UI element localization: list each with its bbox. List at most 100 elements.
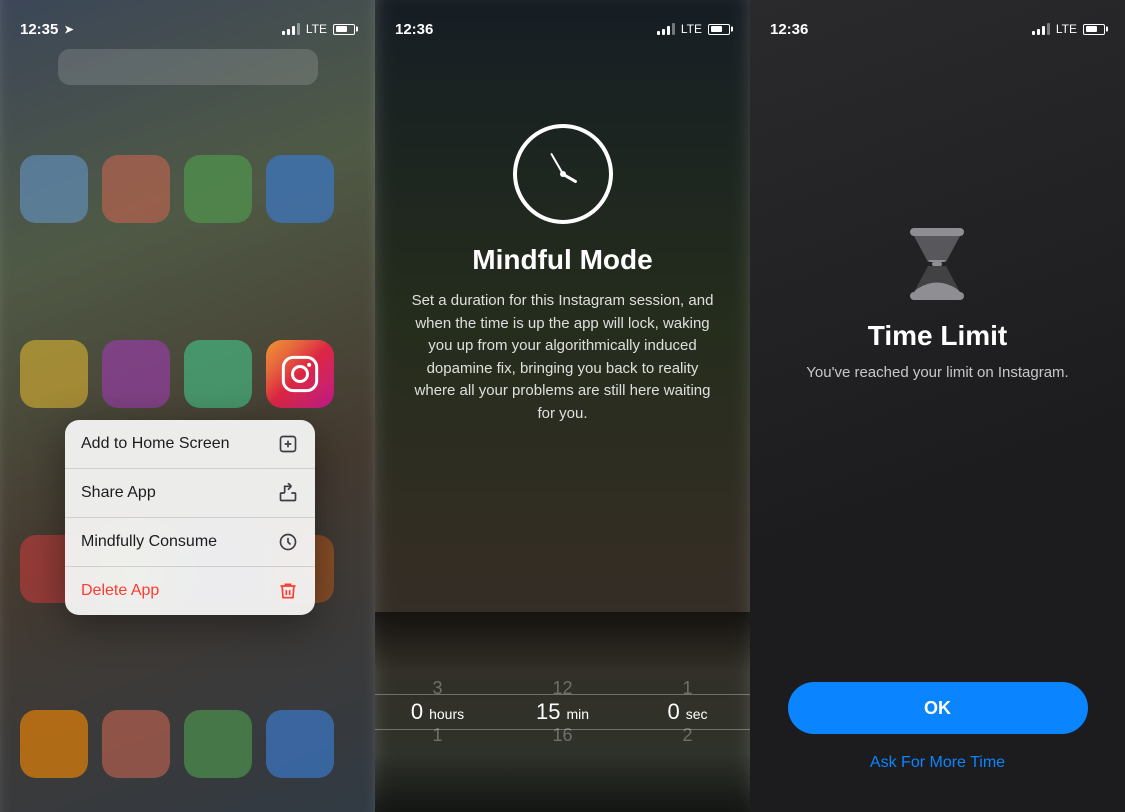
trash-icon [277, 580, 299, 602]
signal-bars-middle [657, 23, 675, 35]
left-content: 12:35 ➤ LTE [0, 0, 375, 812]
context-menu: Add to Home Screen Share App [65, 420, 315, 615]
app-icon-blur-15[interactable] [266, 710, 334, 778]
hours-above: 3 [432, 678, 442, 699]
battery-left [333, 24, 355, 35]
signal-bar-r2 [1037, 29, 1040, 35]
signal-bar-r4 [1047, 23, 1050, 35]
lte-label-right: LTE [1056, 22, 1077, 36]
time-left: 12:35 ➤ [20, 21, 74, 38]
signal-bar-m2 [662, 29, 665, 35]
menu-label-add-home: Add to Home Screen [81, 435, 230, 453]
seconds-above: 1 [682, 678, 692, 699]
time-limit-description: You've reached your limit on Instagram. [776, 364, 1098, 381]
battery-right [1083, 24, 1105, 35]
app-icon-blur-6[interactable] [102, 340, 170, 408]
battery-fill-left [336, 26, 348, 32]
ok-button[interactable]: OK [788, 682, 1088, 734]
signal-bar-3 [292, 26, 295, 35]
app-icon-blur-1[interactable] [20, 155, 88, 223]
location-icon: ➤ [64, 23, 73, 36]
signal-bar-2 [287, 29, 290, 35]
middle-content: 12:36 LTE [375, 0, 750, 812]
instagram-app-icon[interactable] [266, 340, 334, 408]
app-icon-blur-2[interactable] [102, 155, 170, 223]
menu-item-add-home[interactable]: Add to Home Screen [65, 420, 315, 469]
signal-bar-m4 [672, 23, 675, 35]
status-bar-left: 12:35 ➤ LTE [0, 0, 375, 44]
status-bar-right: 12:36 LTE [750, 0, 1125, 44]
battery-fill-middle [711, 26, 723, 32]
battery-fill-right [1086, 26, 1098, 32]
clock-icon-container [513, 124, 613, 224]
signal-bar-r3 [1042, 26, 1045, 35]
lte-label-left: LTE [306, 22, 327, 36]
status-right-right: LTE [1032, 22, 1105, 36]
time-picker-area[interactable]: 3 0 hours 1 12 15 min 16 [375, 612, 750, 812]
app-icon-blur-7[interactable] [184, 340, 252, 408]
seconds-picker[interactable]: 1 0 sec 2 [625, 678, 750, 746]
plus-square-icon [277, 433, 299, 455]
clock-hands [533, 144, 593, 204]
right-content: 12:36 LTE [750, 0, 1125, 812]
status-right-middle: LTE [657, 22, 730, 36]
seconds-below: 2 [682, 725, 692, 746]
menu-label-share-app: Share App [81, 484, 156, 502]
clock-time-right: 12:36 [770, 21, 808, 38]
hourglass-container: Time Limit You've reached your limit on … [776, 224, 1098, 381]
time-picker-columns: 3 0 hours 1 12 15 min 16 [375, 612, 750, 812]
hours-selected: 0 [411, 699, 423, 725]
ok-label: OK [924, 698, 951, 719]
minutes-below: 16 [552, 725, 572, 746]
menu-label-delete: Delete App [81, 582, 159, 600]
signal-bar-1 [282, 31, 285, 35]
app-icon-blur-5[interactable] [20, 340, 88, 408]
lte-label-middle: LTE [681, 22, 702, 36]
signal-bar-m1 [657, 31, 660, 35]
clock-icon [277, 531, 299, 553]
clock-center-dot [560, 171, 566, 177]
search-bar-blur [58, 49, 318, 85]
menu-item-mindfully[interactable]: Mindfully Consume [65, 518, 315, 567]
minutes-above: 12 [552, 678, 572, 699]
signal-bar-4 [297, 23, 300, 35]
clock-circle [513, 124, 613, 224]
minutes-unit: min [566, 706, 589, 722]
mindful-mode-description: Set a duration for this Instagram sessio… [375, 290, 750, 425]
seconds-selected: 0 [667, 699, 679, 725]
hours-unit: hours [429, 706, 464, 722]
time-right: 12:36 [770, 21, 808, 38]
share-icon [277, 482, 299, 504]
clock-time-left: 12:35 [20, 21, 58, 38]
minutes-picker[interactable]: 12 15 min 16 [500, 678, 625, 746]
signal-bar-m3 [667, 26, 670, 35]
status-right-left: LTE [282, 22, 355, 36]
app-row-1 [20, 155, 355, 223]
app-icon-blur-14[interactable] [184, 710, 252, 778]
menu-item-share-app[interactable]: Share App [65, 469, 315, 518]
status-bar-middle: 12:36 LTE [375, 0, 750, 44]
app-row-2 [20, 340, 355, 408]
ask-more-time-button[interactable]: Ask For More Time [870, 754, 1005, 772]
menu-item-delete[interactable]: Delete App [65, 567, 315, 615]
time-limit-title: Time Limit [868, 320, 1008, 352]
time-middle: 12:36 [395, 21, 433, 38]
hourglass-icon [902, 224, 972, 304]
hours-below: 1 [432, 725, 442, 746]
middle-panel: 12:36 LTE [375, 0, 750, 812]
battery-middle [708, 24, 730, 35]
app-icon-blur-3[interactable] [184, 155, 252, 223]
signal-bars-right [1032, 23, 1050, 35]
mindful-mode-title: Mindful Mode [472, 244, 652, 276]
menu-label-mindfully: Mindfully Consume [81, 533, 217, 551]
app-icon-blur-13[interactable] [102, 710, 170, 778]
hours-picker[interactable]: 3 0 hours 1 [375, 678, 500, 746]
app-icon-blur-4[interactable] [266, 155, 334, 223]
app-row-4 [20, 710, 355, 778]
app-icon-blur-12[interactable] [20, 710, 88, 778]
seconds-unit: sec [686, 706, 708, 722]
signal-bar-r1 [1032, 31, 1035, 35]
left-panel: 12:35 ➤ LTE [0, 0, 375, 812]
right-panel: 12:36 LTE [750, 0, 1125, 812]
minutes-selected: 15 [536, 699, 560, 725]
